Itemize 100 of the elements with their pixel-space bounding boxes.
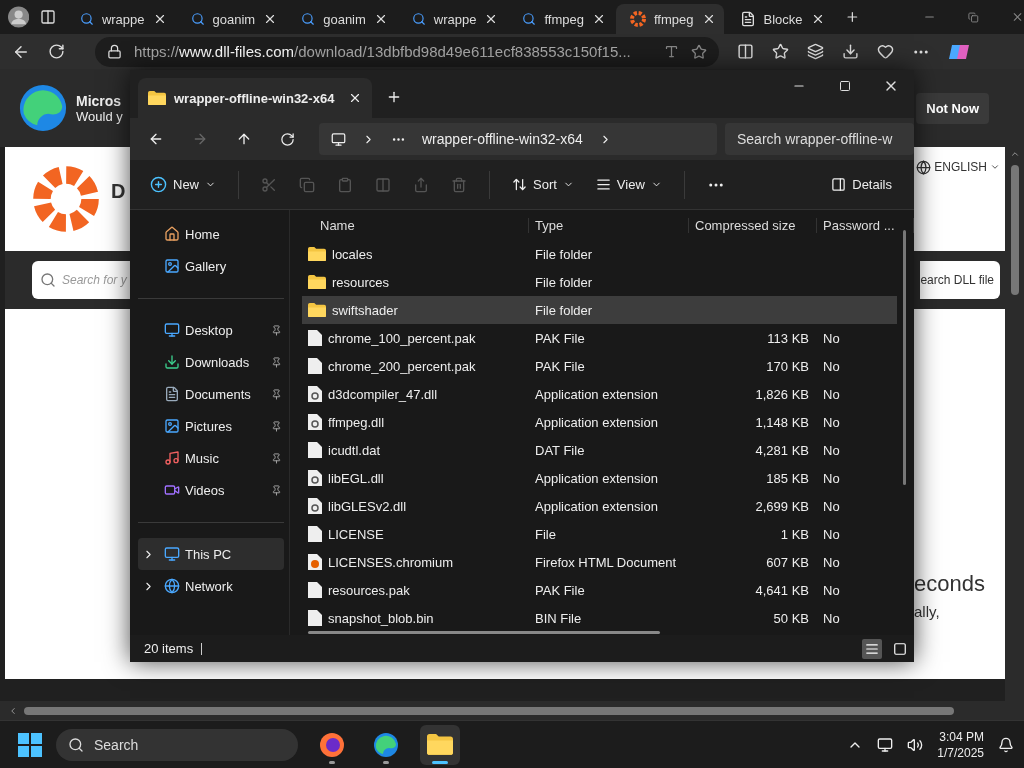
taskbar-app[interactable] (420, 724, 460, 765)
back-icon[interactable] (148, 131, 164, 147)
taskbar-search-field[interactable]: Search (56, 728, 298, 761)
browser-tab[interactable]: goanim (287, 4, 396, 34)
explorer-tab[interactable]: wrapper-offline-win32-x64 (138, 78, 372, 118)
tiles-view-icon (893, 641, 907, 656)
restore-icon[interactable] (968, 10, 979, 24)
search-dll-button[interactable]: earch DLL file (920, 261, 1000, 299)
scrollbar-thumb[interactable] (903, 230, 906, 485)
refresh-icon[interactable] (48, 43, 65, 60)
file-row[interactable]: libGLESv2.dll Application extension 2,699 KB No (302, 492, 897, 520)
heart-icon[interactable] (877, 43, 894, 60)
nav-item[interactable]: Music (138, 442, 284, 474)
globe-icon (916, 159, 932, 175)
file-row[interactable]: resources.pak PAK File 4,641 KB No (302, 576, 897, 604)
file-icon (308, 442, 322, 458)
windows-start-icon[interactable] (18, 732, 42, 757)
tab-actions-icon[interactable] (39, 9, 56, 25)
nav-item[interactable]: Documents (138, 378, 284, 410)
password-value: No (822, 610, 841, 626)
new-tab-icon[interactable] (386, 89, 402, 105)
search-icon (190, 12, 205, 26)
file-row[interactable]: d3dcompiler_47.dll Application extension 1,826 KB No (302, 380, 897, 408)
picture-icon (164, 418, 180, 434)
file-row[interactable]: snapshot_blob.bin BIN File 50 KB No (302, 604, 897, 632)
item-count: 20 items (144, 641, 194, 656)
file-row[interactable]: swiftshader File folder (302, 296, 897, 324)
read-aloud-icon[interactable] (664, 44, 679, 59)
explorer-search-field[interactable]: Search wrapper-offline-w (725, 123, 914, 155)
file-type: File (534, 526, 557, 542)
file-row[interactable]: resources File folder (302, 268, 897, 296)
network-status-icon[interactable] (877, 736, 894, 753)
browser-tab[interactable]: wrappe (397, 4, 507, 34)
scrollbar-thumb[interactable] (24, 706, 954, 715)
scrollbar-thumb[interactable] (308, 631, 660, 634)
address-bar[interactable]: https://www.dll-files.com/download/13dbfbd98d49e611ecf838553c150f15... (95, 36, 719, 67)
new-button[interactable]: New (150, 176, 216, 193)
view-mode-button[interactable] (862, 638, 882, 659)
language-selector[interactable]: ENGLISH (916, 159, 1000, 175)
file-name: LICENSES.chromium (328, 554, 453, 570)
nav-item[interactable]: Gallery (138, 250, 284, 282)
details-button[interactable]: Details (831, 177, 892, 192)
file-size: 607 KB (765, 554, 810, 570)
file-icon (308, 330, 322, 346)
nav-item[interactable]: Desktop (138, 314, 284, 346)
folder-icon (308, 274, 326, 290)
close-icon[interactable] (348, 91, 362, 105)
scroll-up-icon[interactable] (1009, 149, 1020, 159)
split-screen-icon[interactable] (737, 43, 754, 60)
nav-item[interactable]: Network (138, 570, 284, 602)
nav-item[interactable]: Downloads (138, 346, 284, 378)
download-icon[interactable] (842, 43, 859, 60)
file-size: 1,826 KB (754, 386, 810, 402)
column-header[interactable]: Name (290, 217, 529, 233)
column-header[interactable]: Type (529, 217, 689, 233)
close-icon[interactable] (592, 12, 606, 26)
column-header[interactable]: Compressed size (689, 217, 817, 233)
file-row[interactable]: icudtl.dat DAT File 4,281 KB No (302, 436, 897, 464)
refresh-icon[interactable] (280, 131, 295, 147)
search-icon (301, 12, 316, 26)
favorites-icon[interactable] (772, 43, 789, 60)
nav-item[interactable]: Videos (138, 474, 284, 506)
browser-tab[interactable]: goanim (176, 4, 286, 34)
breadcrumb-item[interactable]: wrapper-offline-win32-x64 (422, 131, 583, 147)
collections-icon[interactable] (807, 43, 824, 60)
not-now-button[interactable]: Not Now (916, 92, 989, 124)
file-row[interactable]: ffmpeg.dll Application extension 1,148 KB No (302, 408, 897, 436)
up-icon[interactable] (236, 131, 252, 147)
view-button[interactable]: View (595, 177, 662, 192)
scroll-left-icon[interactable] (8, 705, 18, 716)
file-row[interactable]: locales File folder (302, 240, 897, 268)
favorite-star-icon[interactable] (691, 43, 707, 60)
file-name: resources (332, 274, 390, 290)
scrollbar-thumb[interactable] (1010, 165, 1019, 295)
maximize-icon[interactable] (839, 80, 851, 92)
breadcrumb-bar[interactable]: wrapper-offline-win32-x64 (319, 123, 717, 155)
browser-tab[interactable]: Blocke (725, 4, 833, 34)
gear-icon (630, 11, 646, 27)
password-value: No (822, 414, 841, 430)
nav-item[interactable]: Home (138, 218, 284, 250)
browser-tab[interactable]: ffmpeg (616, 4, 724, 34)
notification-icon[interactable] (998, 736, 1014, 753)
settings-file-icon (308, 498, 322, 514)
file-row[interactable]: LICENSE File 1 KB No (302, 520, 897, 548)
file-row[interactable]: chrome_200_percent.pak PAK File 170 KB No (302, 352, 897, 380)
browser-tab[interactable]: wrappe (65, 4, 175, 34)
file-row[interactable]: LICENSES.chromium Firefox HTML Document 607 KB No (302, 548, 897, 576)
details-pane-icon (831, 177, 847, 192)
nav-item[interactable]: This PC (138, 538, 284, 570)
browser-tab[interactable]: ffmpeg (508, 4, 614, 34)
file-row[interactable]: chrome_100_percent.pak PAK File 113 KB No (302, 324, 897, 352)
file-row[interactable]: libEGL.dll Application extension 185 KB No (302, 464, 897, 492)
network-icon (164, 578, 180, 594)
computer-icon (331, 131, 346, 147)
file-type: PAK File (534, 358, 586, 374)
volume-icon[interactable] (907, 736, 924, 753)
nav-item[interactable]: Pictures (138, 410, 284, 442)
profile-avatar[interactable] (8, 4, 30, 30)
file-size: 2,699 KB (754, 498, 810, 514)
sort-button[interactable]: Sort (512, 177, 574, 192)
